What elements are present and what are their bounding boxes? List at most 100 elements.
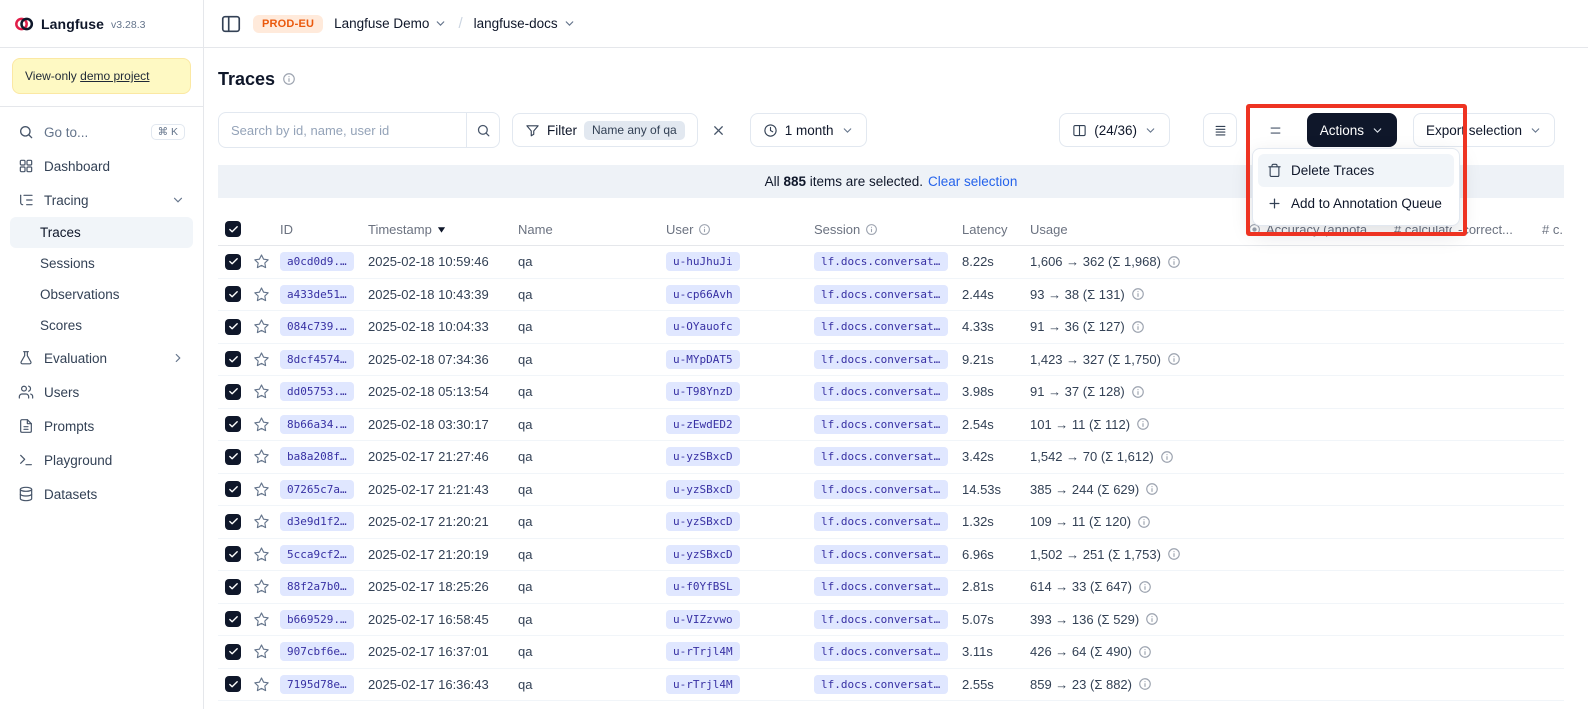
menu-item-add-to-annotation-queue[interactable]: Add to Annotation Queue (1258, 187, 1454, 220)
session-badge[interactable]: lf.docs.conversation... (814, 675, 948, 694)
column-header-usage[interactable]: Usage (1024, 222, 1242, 237)
select-all-checkbox[interactable] (225, 221, 241, 237)
row-checkbox[interactable] (225, 254, 241, 270)
star-icon[interactable] (253, 318, 270, 335)
row-checkbox[interactable] (225, 449, 241, 465)
star-icon[interactable] (253, 513, 270, 530)
star-icon[interactable] (253, 416, 270, 433)
user-badge[interactable]: u-rTrjl4M (666, 642, 740, 661)
session-badge[interactable]: lf.docs.conversation... (814, 252, 948, 271)
star-icon[interactable] (253, 676, 270, 693)
row-checkbox[interactable] (225, 644, 241, 660)
clear-filter-button[interactable] (704, 115, 734, 145)
star-icon[interactable] (253, 611, 270, 628)
column-header-user[interactable]: User (660, 222, 808, 237)
column-header-correctness[interactable]: -correct... (1452, 222, 1536, 237)
trace-id-badge[interactable]: 5cca9cf2... (280, 545, 354, 564)
star-icon[interactable] (253, 351, 270, 368)
row-checkbox[interactable] (225, 579, 241, 595)
table-row[interactable]: d3e9d1f2...2025-02-17 21:20:21qau-yzSBxc… (218, 506, 1564, 539)
trace-id-badge[interactable]: a0cd0d9... (280, 252, 354, 271)
search-button[interactable] (467, 112, 500, 148)
star-icon[interactable] (253, 546, 270, 563)
column-header-extra[interactable]: # c... (1536, 222, 1564, 237)
star-icon[interactable] (253, 448, 270, 465)
table-row[interactable]: 07265c7a...2025-02-17 21:21:43qau-yzSBxc… (218, 474, 1564, 507)
row-checkbox[interactable] (225, 546, 241, 562)
table-row[interactable]: ba8a208f...2025-02-17 21:27:46qau-yzSBxc… (218, 441, 1564, 474)
table-row[interactable]: b669529...2025-02-17 16:58:45qau-VIZzvwo… (218, 604, 1564, 637)
star-icon[interactable] (253, 643, 270, 660)
actions-button[interactable]: Actions (1307, 113, 1397, 147)
table-row[interactable]: 88f2a7b0...2025-02-17 18:25:26qau-f0YfBS… (218, 571, 1564, 604)
user-badge[interactable]: u-yzSBxcD (666, 545, 740, 564)
user-badge[interactable]: u-yzSBxcD (666, 480, 740, 499)
trace-id-badge[interactable]: dd05753... (280, 382, 354, 401)
session-badge[interactable]: lf.docs.conversation... (814, 285, 948, 304)
column-header-session[interactable]: Session (808, 222, 956, 237)
row-checkbox[interactable] (225, 286, 241, 302)
star-icon[interactable] (253, 481, 270, 498)
table-row[interactable]: 5cca9cf2...2025-02-17 21:20:19qau-yzSBxc… (218, 539, 1564, 572)
export-selection-button[interactable]: Export selection (1413, 113, 1555, 147)
user-badge[interactable]: u-rTrjl4M (666, 675, 740, 694)
sidebar-item-traces[interactable]: Traces (10, 217, 193, 248)
table-row[interactable]: 907cbf6e...2025-02-17 16:37:01qau-rTrjl4… (218, 636, 1564, 669)
user-badge[interactable]: u-f0YfBSL (666, 577, 740, 596)
star-icon[interactable] (253, 286, 270, 303)
sidebar-item-users[interactable]: Users (10, 375, 193, 409)
search-input[interactable] (218, 112, 467, 148)
session-badge[interactable]: lf.docs.conversation... (814, 350, 948, 369)
sidebar-item-observations[interactable]: Observations (10, 279, 193, 310)
table-row[interactable]: 8dcf4574...2025-02-18 07:34:36qau-MYpDAT… (218, 344, 1564, 377)
sidebar-item-evaluation[interactable]: Evaluation (10, 341, 193, 375)
row-checkbox[interactable] (225, 351, 241, 367)
user-badge[interactable]: u-yzSBxcD (666, 512, 740, 531)
table-row[interactable]: 7195d78e...2025-02-17 16:36:43qau-rTrjl4… (218, 669, 1564, 702)
project-switcher[interactable]: langfuse-docs (474, 16, 576, 31)
demo-project-link[interactable]: demo project (80, 69, 149, 83)
trace-id-badge[interactable]: 8b66a34... (280, 415, 354, 434)
user-badge[interactable]: u-VIZzvwo (666, 610, 740, 629)
star-icon[interactable] (253, 253, 270, 270)
session-badge[interactable]: lf.docs.conversation... (814, 447, 948, 466)
row-height-medium-button[interactable] (1260, 115, 1290, 145)
session-badge[interactable]: lf.docs.conversation... (814, 512, 948, 531)
user-badge[interactable]: u-OYauofc (666, 317, 740, 336)
sidebar-item-playground[interactable]: Playground (10, 443, 193, 477)
user-badge[interactable]: u-cp66Avh (666, 285, 740, 304)
clear-selection-link[interactable]: Clear selection (928, 174, 1017, 189)
row-checkbox[interactable] (225, 676, 241, 692)
sidebar-item-datasets[interactable]: Datasets (10, 477, 193, 511)
trace-id-badge[interactable]: 88f2a7b0... (280, 577, 354, 596)
trace-id-badge[interactable]: 7195d78e... (280, 675, 354, 694)
session-badge[interactable]: lf.docs.conversation... (814, 545, 948, 564)
column-header-latency[interactable]: Latency (956, 222, 1024, 237)
sidebar-item-prompts[interactable]: Prompts (10, 409, 193, 443)
trace-id-badge[interactable]: 084c739... (280, 317, 354, 336)
row-checkbox[interactable] (225, 611, 241, 627)
session-badge[interactable]: lf.docs.conversation... (814, 610, 948, 629)
org-switcher[interactable]: Langfuse Demo (334, 16, 447, 31)
session-badge[interactable]: lf.docs.conversation... (814, 642, 948, 661)
trace-id-badge[interactable]: a433de51... (280, 285, 354, 304)
user-badge[interactable]: u-yzSBxcD (666, 447, 740, 466)
menu-item-delete-traces[interactable]: Delete Traces (1258, 154, 1454, 187)
row-checkbox[interactable] (225, 416, 241, 432)
column-header-timestamp[interactable]: Timestamp (362, 222, 512, 237)
sidebar-item-sessions[interactable]: Sessions (10, 248, 193, 279)
row-checkbox[interactable] (225, 514, 241, 530)
table-row[interactable]: 084c739...2025-02-18 10:04:33qau-OYauofc… (218, 311, 1564, 344)
column-header-name[interactable]: Name (512, 222, 660, 237)
trace-id-badge[interactable]: ba8a208f... (280, 447, 354, 466)
user-badge[interactable]: u-huJhuJi (666, 252, 740, 271)
sidebar-item-scores[interactable]: Scores (10, 310, 193, 341)
star-icon[interactable] (253, 578, 270, 595)
trace-id-badge[interactable]: 07265c7a... (280, 480, 354, 499)
columns-button[interactable]: (24/36) (1059, 113, 1170, 147)
session-badge[interactable]: lf.docs.conversation... (814, 317, 948, 336)
row-height-small-button[interactable] (1203, 113, 1237, 147)
sidebar-item-dashboard[interactable]: Dashboard (10, 149, 193, 183)
time-range-button[interactable]: 1 month (750, 113, 867, 147)
session-badge[interactable]: lf.docs.conversation... (814, 415, 948, 434)
